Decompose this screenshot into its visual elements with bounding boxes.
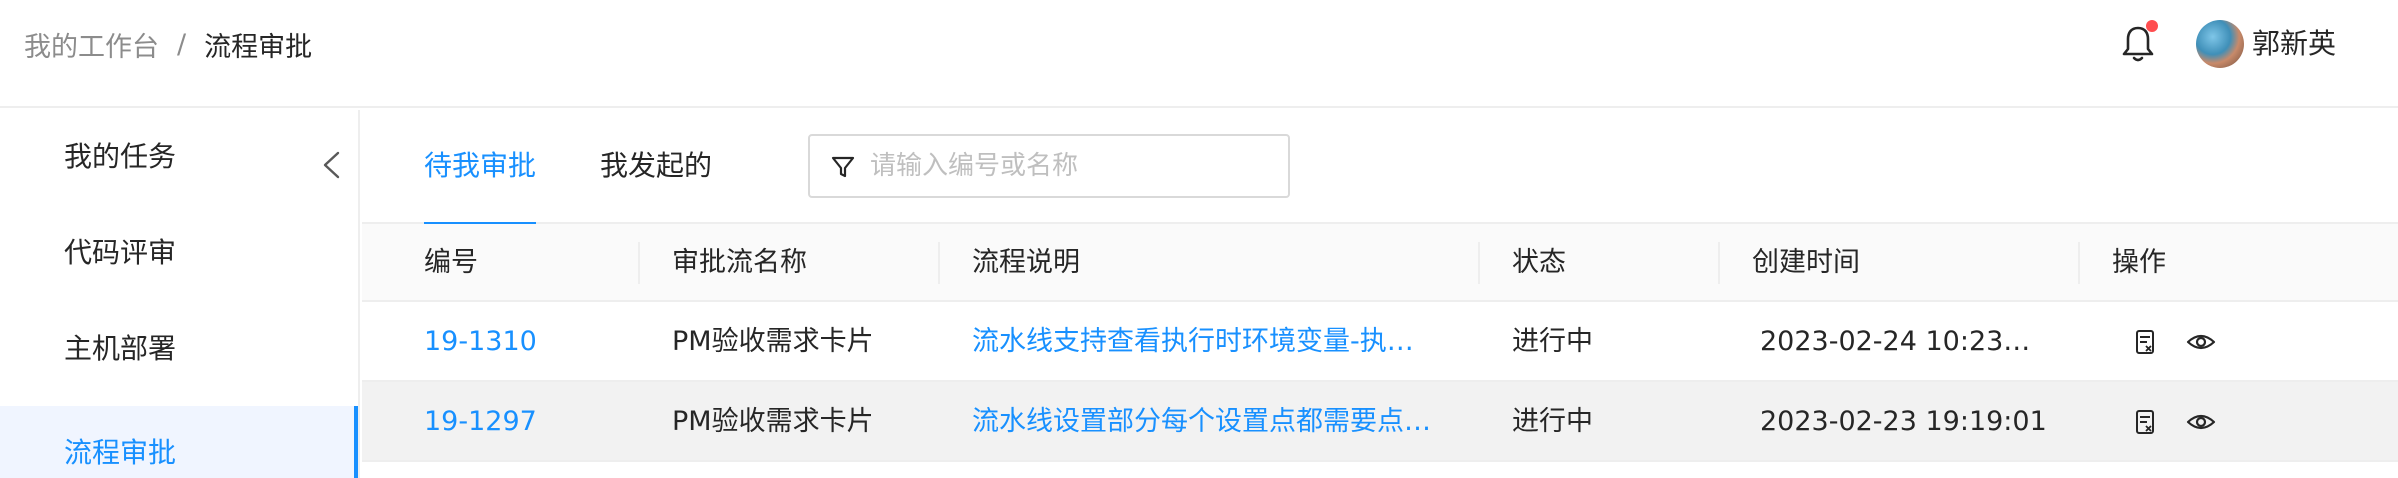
sidebar-item-my-tasks[interactable]: 我的任务: [0, 110, 358, 204]
approve-doc-icon[interactable]: [2130, 328, 2160, 356]
row-created-time: 2023-02-24 10:23…: [1760, 326, 2031, 357]
row-created-time: 2023-02-23 19:19:01: [1760, 406, 2047, 437]
column-header-description: 流程说明: [972, 247, 1080, 278]
sidebar: 我的任务 代码评审 主机部署 流程审批: [0, 110, 360, 478]
breadcrumb-current: 流程审批: [204, 31, 313, 63]
row-name: PM验收需求卡片: [672, 326, 874, 357]
row-id-link[interactable]: 19-1297: [424, 382, 624, 462]
sidebar-item-host-deploy[interactable]: 主机部署: [0, 302, 358, 396]
table-row[interactable]: 19-1310 PM验收需求卡片 流水线支持查看执行时环境变量-执… 进行中 2…: [362, 302, 2398, 382]
column-header-created-time: 创建时间: [1752, 247, 1860, 278]
main-content: 待我审批 我发起的 编号 审批流名称 流程说明 状态 创建时间 操作 19-13…: [362, 110, 2398, 478]
view-eye-icon[interactable]: [2186, 328, 2216, 356]
user-name[interactable]: 郭新英: [2252, 24, 2336, 64]
view-eye-icon[interactable]: [2186, 408, 2216, 436]
column-divider: [1718, 242, 1720, 284]
sidebar-item-process-approval[interactable]: 流程审批: [0, 406, 358, 478]
row-description-link[interactable]: 流水线设置部分每个设置点都需要点…: [972, 382, 1472, 462]
approve-doc-icon[interactable]: [2130, 408, 2160, 436]
approval-table: 编号 审批流名称 流程说明 状态 创建时间 操作 19-1310 PM验收需求卡…: [362, 224, 2398, 462]
column-header-name: 审批流名称: [672, 247, 807, 278]
column-header-status: 状态: [1512, 247, 1566, 278]
filter-icon: [830, 154, 856, 180]
collapse-left-icon[interactable]: [318, 150, 344, 180]
breadcrumb-separator: /: [177, 28, 187, 60]
notification-dot: [2146, 20, 2158, 32]
search-filter: [808, 134, 1290, 198]
sidebar-item-code-review[interactable]: 代码评审: [0, 206, 358, 300]
tab-bar: 待我审批 我发起的: [362, 110, 2398, 226]
top-header: 我的工作台 / 流程审批 郭新英: [0, 0, 2398, 108]
search-input[interactable]: [870, 142, 1270, 190]
column-divider: [2078, 242, 2080, 284]
avatar[interactable]: [2196, 20, 2244, 68]
column-divider: [1478, 242, 1480, 284]
table-header: 编号 审批流名称 流程说明 状态 创建时间 操作: [362, 224, 2398, 302]
row-status: 进行中: [1512, 406, 1593, 437]
column-header-actions: 操作: [2112, 247, 2166, 278]
column-header-id: 编号: [424, 247, 478, 278]
breadcrumb: 我的工作台 / 流程审批: [24, 24, 312, 64]
row-description-link[interactable]: 流水线支持查看执行时环境变量-执…: [972, 302, 1462, 382]
row-status: 进行中: [1512, 326, 1593, 357]
bell-icon[interactable]: [2120, 20, 2158, 64]
column-divider: [638, 242, 640, 284]
tab-pending-my-approval[interactable]: 待我审批: [424, 110, 537, 226]
table-row[interactable]: 19-1297 PM验收需求卡片 流水线设置部分每个设置点都需要点… 进行中 2…: [362, 382, 2398, 462]
row-id-link[interactable]: 19-1310: [424, 302, 624, 382]
column-divider: [938, 242, 940, 284]
row-name: PM验收需求卡片: [672, 406, 874, 437]
tab-initiated-by-me[interactable]: 我发起的: [600, 110, 712, 224]
breadcrumb-parent[interactable]: 我的工作台: [24, 25, 159, 64]
